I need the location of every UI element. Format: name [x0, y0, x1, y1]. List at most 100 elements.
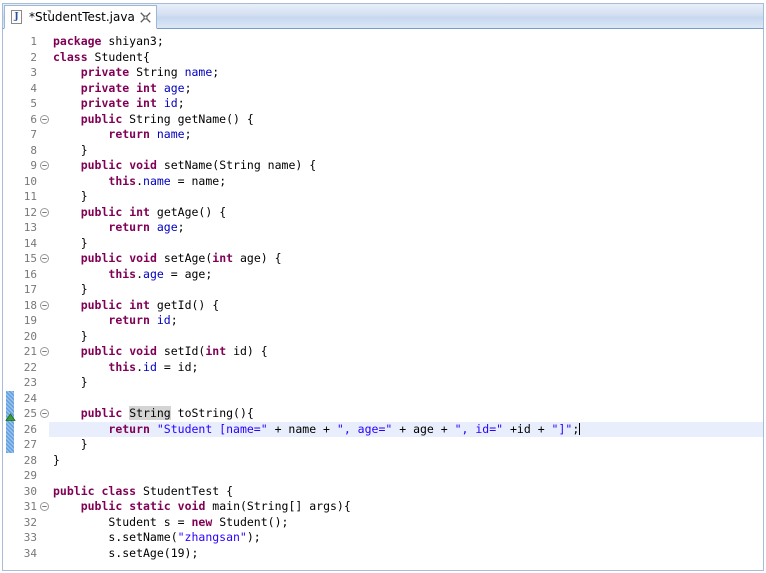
java-editor-frame: J *StudentTest.java 1 package shiyan3; 2 cl… — [0, 0, 766, 573]
code-line[interactable]: 10 this.name = name; — [3, 174, 763, 190]
code-token: "]" — [551, 421, 573, 436]
code-line[interactable]: 19 return id; — [3, 313, 763, 329]
code-line[interactable]: 28} — [3, 452, 763, 469]
code-line[interactable]: 21 public void setId(int id) { — [3, 344, 763, 360]
code-line[interactable]: 15 public void setAge(int age) { — [3, 251, 763, 267]
code-line[interactable]: 14 } — [3, 235, 763, 252]
code-token: s.setAge(19); — [53, 545, 199, 560]
code-line[interactable]: 9 public void setName(String name) { — [3, 158, 763, 174]
code-token: ; — [177, 96, 185, 110]
code-line[interactable]: 11 } — [3, 189, 763, 205]
code-token: ", id=" — [454, 421, 504, 436]
code-token: int — [129, 297, 150, 312]
code-line[interactable]: 34 s.setAge(19); — [3, 545, 763, 562]
fold-collapse-icon[interactable] — [39, 344, 50, 360]
code-line[interactable]: 30 public class StudentTest { — [3, 483, 763, 500]
code-token: getAge() { — [149, 204, 227, 219]
code-token: String — [129, 406, 171, 420]
code-line[interactable]: 27 } — [3, 437, 763, 453]
code-token: "Student [name=" — [156, 421, 268, 436]
code-token: public — [80, 344, 123, 358]
code-line[interactable]: 29 — [3, 468, 763, 484]
code-line[interactable]: 17 } — [3, 282, 763, 298]
code-line[interactable]: 26 return "Student [name=" + name + ", a… — [3, 421, 763, 437]
fold-collapse-icon[interactable] — [39, 298, 50, 314]
line-number: 27 — [23, 438, 37, 451]
line-number: 13 — [23, 221, 37, 234]
code-line[interactable]: 12 public int getAge() { — [3, 204, 763, 221]
code-line[interactable]: 4 private int age; — [3, 80, 763, 97]
line-number: 17 — [23, 283, 37, 296]
code-line[interactable]: 3 private String name; — [3, 65, 763, 81]
code-line-text: } — [53, 437, 763, 453]
fold-collapse-icon[interactable] — [39, 158, 50, 174]
code-line-text: package shiyan3; — [53, 34, 763, 50]
editor-tab-bar: J *StudentTest.java — [2, 3, 764, 29]
code-token: age — [143, 266, 164, 281]
code-token: public — [53, 483, 95, 498]
code-line[interactable]: 31 public static void main(String[] args… — [3, 499, 763, 515]
code-line-text: public void setAge(int age) { — [53, 251, 763, 267]
code-line[interactable]: 20 } — [3, 329, 763, 345]
editor-tab-studenttest-java[interactable]: J *StudentTest.java — [4, 5, 157, 29]
code-line[interactable]: 18 public int getId() { — [3, 297, 763, 314]
code-editor-canvas[interactable]: 1 package shiyan3; 2 class Student{3 privat… — [2, 29, 764, 571]
code-line[interactable]: 13 return age; — [3, 220, 763, 236]
fold-collapse-icon[interactable] — [39, 406, 50, 422]
code-line[interactable]: 6 public String getName() { — [3, 112, 763, 128]
code-token: getId() { — [149, 297, 220, 312]
code-line-text: public int getId() { — [53, 297, 763, 314]
code-token: age — [163, 80, 185, 95]
code-line[interactable]: 7 return name; — [3, 127, 763, 143]
code-token: ; — [177, 220, 185, 234]
code-token: } — [53, 375, 88, 389]
code-token: Student{ — [87, 49, 150, 64]
fold-collapse-icon[interactable] — [39, 112, 50, 128]
code-token: static — [129, 499, 171, 513]
code-line[interactable]: 5 private int id; — [3, 96, 763, 112]
code-line[interactable]: 16 this.age = age; — [3, 266, 763, 283]
close-tab-icon[interactable] — [140, 11, 151, 23]
line-number: 16 — [23, 267, 37, 281]
code-line[interactable]: 22 this.id = id; — [3, 359, 763, 376]
fold-collapse-icon[interactable] — [39, 251, 50, 267]
code-line-text: } — [53, 375, 763, 391]
fold-collapse-icon[interactable] — [39, 499, 50, 515]
fold-collapse-icon[interactable] — [39, 205, 50, 221]
line-number: 4 — [30, 81, 37, 95]
line-number: 29 — [23, 469, 37, 482]
code-line[interactable]: 2 class Student{ — [3, 49, 763, 66]
line-number: 26 — [23, 422, 37, 436]
line-number: 19 — [23, 314, 37, 327]
code-token: void — [129, 251, 157, 265]
code-line-text: private int age; — [53, 80, 763, 97]
line-number: 34 — [23, 546, 37, 560]
code-token: private — [80, 80, 130, 95]
code-line[interactable]: 23 } — [3, 375, 763, 391]
code-line[interactable]: 32 Student s = new Student(); — [3, 515, 763, 531]
code-line-text: public String toString(){ — [53, 406, 763, 422]
code-token: id) { — [226, 344, 268, 358]
code-line[interactable]: 8 } — [3, 143, 763, 159]
code-token: ; — [184, 80, 192, 95]
code-line[interactable]: 1 package shiyan3; — [3, 34, 763, 50]
code-line[interactable]: 33 s.setName("zhangsan"); — [3, 530, 763, 546]
code-token: } — [53, 235, 88, 250]
code-token: public — [80, 158, 123, 172]
code-token: ", age=" — [336, 421, 393, 436]
code-token: int — [136, 96, 157, 110]
code-line[interactable]: 24 — [3, 391, 763, 407]
code-token: return — [108, 220, 150, 234]
code-token: = id; — [156, 359, 199, 374]
code-token: + name + — [267, 421, 337, 436]
code-token: age — [156, 220, 178, 234]
code-line[interactable]: 25 public String toString(){ — [3, 406, 763, 422]
code-token: } — [53, 452, 60, 467]
code-token: toString(){ — [170, 406, 254, 420]
code-line-text: } — [53, 189, 763, 205]
